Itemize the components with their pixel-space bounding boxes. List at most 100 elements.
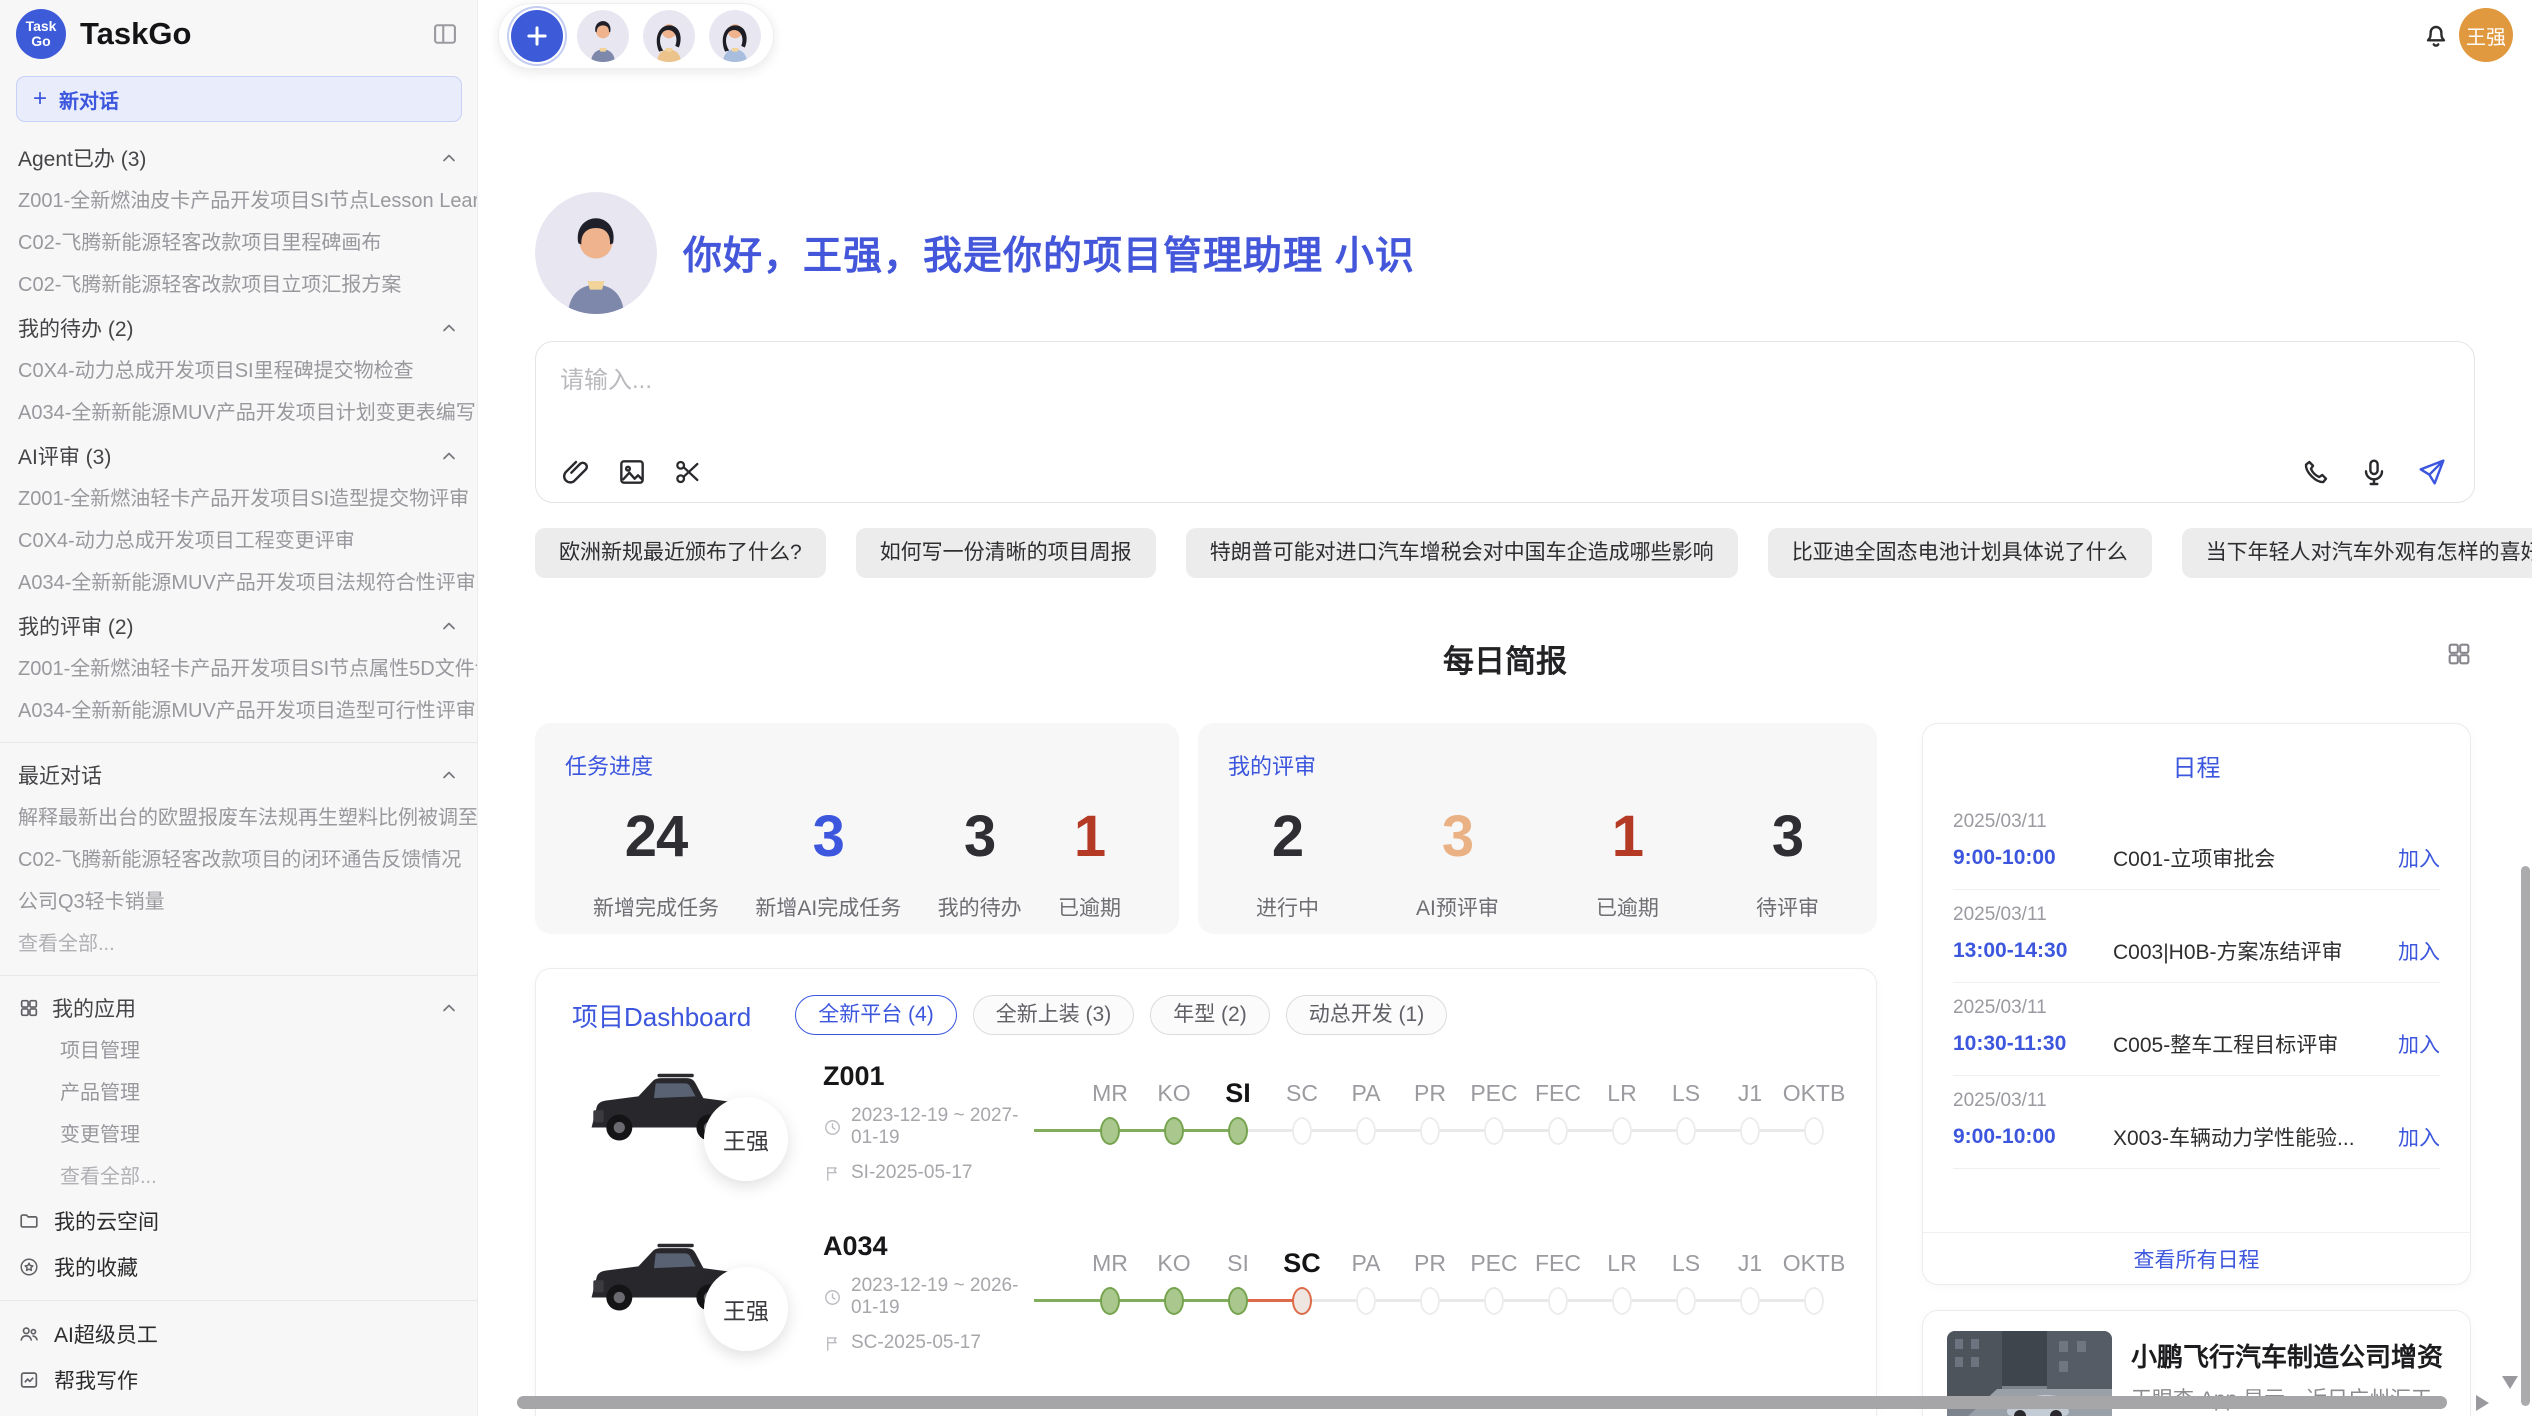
briefing-layout-grid-icon[interactable] [2445, 640, 2473, 668]
milestone-node[interactable] [1228, 1117, 1248, 1145]
write-icon [18, 1369, 40, 1391]
voice-call-icon[interactable] [2300, 456, 2332, 488]
milestone-label: FEC [1526, 1245, 1590, 1281]
sidebar-task-item[interactable]: Z001-全新燃油皮卡产品开发项目SI节点Lesson Learn报告 [0, 180, 477, 222]
dashboard-tab[interactable]: 全新上装 (3) [973, 995, 1135, 1035]
apps-view-all-link[interactable]: 查看全部... [0, 1156, 477, 1198]
screenshot-scissors-icon[interactable] [672, 456, 704, 488]
dashboard-tab[interactable]: 全新平台 (4) [795, 995, 957, 1035]
suggestion-chip[interactable]: 特朗普可能对进口汽车增税会对中国车企造成哪些影响 [1186, 528, 1738, 578]
dashboard-tab[interactable]: 动总开发 (1) [1286, 995, 1448, 1035]
recent-view-all-link[interactable]: 查看全部... [0, 923, 477, 965]
milestone-node[interactable] [1484, 1117, 1504, 1145]
milestone-node[interactable] [1484, 1287, 1504, 1315]
suggestion-chip[interactable]: 当下年轻人对汽车外观有怎样的喜好趋势 [2182, 528, 2532, 578]
milestone-node[interactable] [1420, 1117, 1440, 1145]
project-row[interactable]: 王强Z0012023-12-19 ~ 2027-01-19SI-2025-05-… [536, 1047, 1876, 1205]
suggestion-chip[interactable]: 比亚迪全固态电池计划具体说了什么 [1768, 528, 2152, 578]
sidebar-section-header[interactable]: 我的待办 (2) [0, 306, 477, 350]
dashboard-tab[interactable]: 年型 (2) [1150, 995, 1270, 1035]
sidebar-task-item[interactable]: C0X4-动力总成开发项目SI里程碑提交物检查 [0, 350, 477, 392]
join-meeting-link[interactable]: 加入 [2398, 1122, 2440, 1152]
sidebar-section-header[interactable]: AI评审 (3) [0, 434, 477, 478]
app-link-item[interactable]: 产品管理 [0, 1072, 477, 1114]
milestone-node[interactable] [1164, 1287, 1184, 1315]
conversation-avatar[interactable] [577, 10, 629, 62]
attach-file-icon[interactable] [560, 456, 592, 488]
milestone-node[interactable] [1292, 1117, 1312, 1145]
chevron-up-icon[interactable] [439, 998, 459, 1018]
app-link-item[interactable]: 项目管理 [0, 1030, 477, 1072]
sidebar-task-item[interactable]: A034-全新新能源MUV产品开发项目计划变更表编写 [0, 392, 477, 434]
join-meeting-link[interactable]: 加入 [2398, 843, 2440, 873]
sidebar-tool-pen[interactable]: 创意制图 [0, 1403, 477, 1416]
milestone-node[interactable] [1548, 1117, 1568, 1145]
recent-chat-item[interactable]: 公司Q3轻卡销量 [0, 881, 477, 923]
milestone-node[interactable] [1100, 1117, 1120, 1145]
chevron-up-icon[interactable] [439, 148, 459, 168]
milestone-node[interactable] [1356, 1287, 1376, 1315]
milestone-node[interactable] [1612, 1117, 1632, 1145]
stat-label: 已逾期 [1596, 892, 1659, 922]
send-icon[interactable] [2416, 456, 2448, 488]
recent-chat-item[interactable]: C02-飞腾新能源轻客改款项目的闭环通告反馈情况 [0, 839, 477, 881]
sidebar-task-item[interactable]: Z001-全新燃油轻卡产品开发项目SI造型提交物评审 [0, 478, 477, 520]
sidebar-task-item[interactable]: A034-全新新能源MUV产品开发项目法规符合性评审 [0, 562, 477, 604]
horizontal-scrollbar-thumb[interactable] [517, 1396, 2447, 1409]
sidebar-tool-write[interactable]: 帮我写作 [0, 1357, 477, 1403]
chat-input[interactable] [560, 360, 2060, 450]
milestone-node[interactable] [1164, 1117, 1184, 1145]
sidebar-section-header[interactable]: Agent已办 (3) [0, 136, 477, 180]
sidebar-section-header[interactable]: 我的评审 (2) [0, 604, 477, 648]
app-link-item[interactable]: 变更管理 [0, 1114, 477, 1156]
new-conversation-button[interactable] [511, 10, 563, 62]
microphone-icon[interactable] [2358, 456, 2390, 488]
sidebar-task-item[interactable]: C02-飞腾新能源轻客改款项目立项汇报方案 [0, 264, 477, 306]
conversation-avatar[interactable] [709, 10, 761, 62]
sidebar-link-folder[interactable]: 我的云空间 [0, 1198, 477, 1244]
conversation-avatar[interactable] [643, 10, 695, 62]
new-chat-button[interactable]: + 新对话 [16, 76, 462, 122]
scroll-right-arrow[interactable] [2476, 1395, 2489, 1411]
stat-value: 2 [1256, 803, 1319, 870]
milestone-node[interactable] [1740, 1287, 1760, 1315]
milestone-node[interactable] [1420, 1287, 1440, 1315]
sidebar-task-item[interactable]: C0X4-动力总成开发项目工程变更评审 [0, 520, 477, 562]
chevron-up-icon[interactable] [439, 765, 459, 785]
sidebar-tool-people[interactable]: AI超级员工 [0, 1311, 477, 1357]
milestone-node[interactable] [1676, 1117, 1696, 1145]
sidebar-task-item[interactable]: C02-飞腾新能源轻客改款项目里程碑画布 [0, 222, 477, 264]
milestone-node[interactable] [1100, 1287, 1120, 1315]
schedule-time: 9:00-10:00 [1953, 1125, 2113, 1149]
milestone-node[interactable] [1804, 1287, 1824, 1315]
attach-image-icon[interactable] [616, 456, 648, 488]
sidebar-link-star-badge[interactable]: 我的收藏 [0, 1244, 477, 1290]
project-row[interactable]: 王强A0342023-12-19 ~ 2026-01-19SC-2025-05-… [536, 1217, 1876, 1375]
scroll-down-arrow[interactable] [2502, 1376, 2518, 1389]
user-avatar[interactable]: 王强 [2459, 8, 2513, 62]
chevron-up-icon[interactable] [439, 446, 459, 466]
sidebar-task-item[interactable]: A034-全新新能源MUV产品开发项目造型可行性评审 [0, 690, 477, 732]
view-all-schedule-link[interactable]: 查看所有日程 [1923, 1232, 2470, 1284]
milestone-node[interactable] [1612, 1287, 1632, 1315]
milestone-node[interactable] [1228, 1287, 1248, 1315]
chevron-up-icon[interactable] [439, 318, 459, 338]
milestone-node[interactable] [1804, 1117, 1824, 1145]
chevron-up-icon[interactable] [439, 616, 459, 636]
milestone-node[interactable] [1548, 1287, 1568, 1315]
recent-chats-header[interactable]: 最近对话 [0, 753, 477, 797]
my-apps-header[interactable]: 我的应用 [0, 986, 477, 1030]
collapse-sidebar-icon[interactable] [431, 20, 459, 48]
milestone-node[interactable] [1292, 1287, 1312, 1315]
milestone-node[interactable] [1740, 1117, 1760, 1145]
join-meeting-link[interactable]: 加入 [2398, 936, 2440, 966]
vertical-scrollbar-thumb[interactable] [2521, 866, 2530, 1406]
milestone-node[interactable] [1676, 1287, 1696, 1315]
suggestion-chip[interactable]: 如何写一份清晰的项目周报 [856, 528, 1156, 578]
milestone-node[interactable] [1356, 1117, 1376, 1145]
notifications-bell-icon[interactable] [2420, 19, 2452, 51]
suggestion-chip[interactable]: 欧洲新规最近颁布了什么? [535, 528, 826, 578]
recent-chat-item[interactable]: 解释最新出台的欧盟报废车法规再生塑料比例被调至15%... [0, 797, 477, 839]
sidebar-task-item[interactable]: Z001-全新燃油轻卡产品开发项目SI节点属性5D文件评审 [0, 648, 477, 690]
join-meeting-link[interactable]: 加入 [2398, 1029, 2440, 1059]
